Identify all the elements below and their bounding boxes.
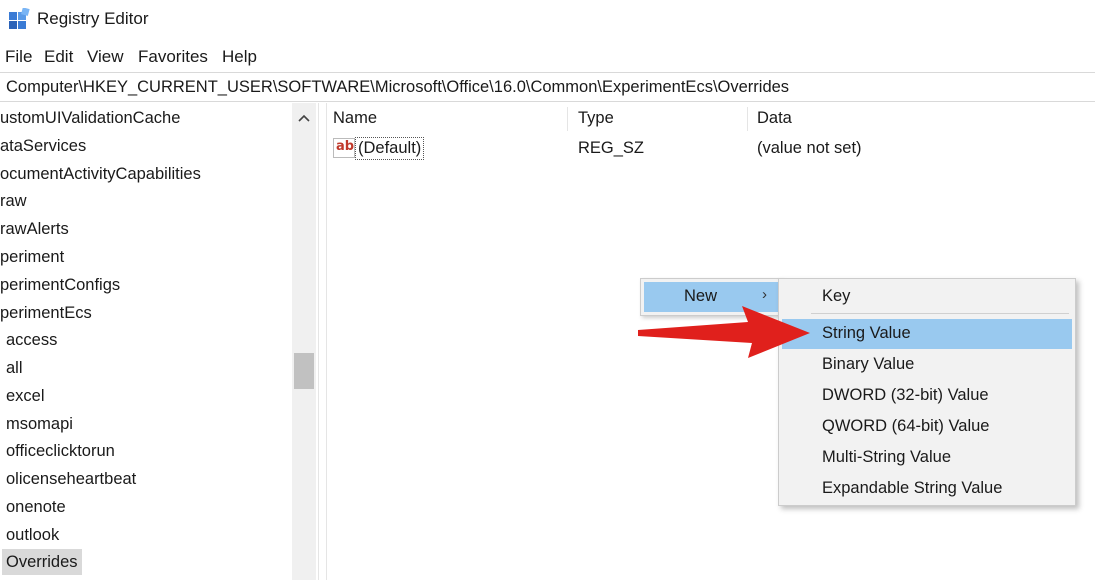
column-divider[interactable] [747,107,748,131]
registry-editor-icon [9,8,30,29]
value-data: (value not set) [757,139,862,157]
tree-item[interactable]: all [6,355,23,381]
submenu-item-label: Key [822,287,851,305]
key-tree: ustomUIValidationCache ataServices ocume… [0,103,318,580]
tree-item-selected[interactable]: Overrides [2,549,82,575]
address-path[interactable]: Computer\HKEY_CURRENT_USER\SOFTWARE\Micr… [6,78,789,97]
column-header-data[interactable]: Data [757,109,792,128]
menu-file[interactable]: File [5,47,32,67]
value-type: REG_SZ [578,139,645,157]
tree-item[interactable]: officeclicktorun [6,438,115,464]
pane-splitter[interactable] [318,103,327,580]
tree-item[interactable]: raw [0,188,27,214]
tree-item[interactable]: rawAlerts [0,216,69,242]
submenu-item-dword-value[interactable]: DWORD (32-bit) Value [782,381,1072,411]
menu-favorites[interactable]: Favorites [138,47,208,67]
tree-item[interactable]: ataServices [0,133,86,159]
menu-bar: File Edit View Favorites Help [0,44,1095,70]
value-name[interactable]: (Default) [355,137,425,160]
table-row[interactable]: ab (Default) REG_SZ (value not set) [331,135,1091,163]
window-title: Registry Editor [37,9,149,28]
column-header-name[interactable]: Name [333,109,377,128]
tree-item[interactable]: excel [6,383,45,409]
tree-item[interactable]: ocumentActivityCapabilities [0,161,201,187]
tree-item[interactable]: ustomUIValidationCache [0,105,180,131]
column-header-type[interactable]: Type [578,109,614,128]
tree-scrollbar[interactable] [292,103,316,580]
tree-item[interactable]: msomapi [6,411,73,437]
menu-view[interactable]: View [87,47,124,67]
address-bar[interactable]: Computer\HKEY_CURRENT_USER\SOFTWARE\Micr… [0,72,1095,102]
tree-item[interactable]: onenote [6,494,66,520]
title-bar: Registry Editor [0,0,1095,40]
tree-item[interactable]: outlook [6,522,59,548]
tree-item[interactable]: olicenseheartbeat [6,466,136,492]
red-arrow-icon [638,306,810,358]
submenu-item-label: Binary Value [822,355,915,373]
submenu-item-label: String Value [822,324,911,342]
tree-item[interactable]: periment [0,244,64,270]
submenu-item-binary-value[interactable]: Binary Value [782,350,1072,380]
submenu-item-label: DWORD (32-bit) Value [822,386,989,404]
column-divider[interactable] [567,107,568,131]
menu-separator [811,313,1069,314]
chevron-up-icon[interactable] [292,105,316,129]
submenu-item-label: QWORD (64-bit) Value [822,417,990,435]
submenu-item-qword-value[interactable]: QWORD (64-bit) Value [782,412,1072,442]
string-value-icon: ab [333,138,355,158]
new-submenu: Key String Value Binary Value DWORD (32-… [778,278,1076,506]
menu-help[interactable]: Help [222,47,257,67]
submenu-item-key[interactable]: Key [782,282,1072,312]
tree-item[interactable]: access [6,327,57,353]
submenu-item-string-value[interactable]: String Value [782,319,1072,349]
tree-item[interactable]: perimentEcs [0,300,92,326]
submenu-item-label: Multi-String Value [822,448,951,466]
menu-edit[interactable]: Edit [44,47,73,67]
scroll-thumb[interactable] [294,353,314,389]
tree-item[interactable]: perimentConfigs [0,272,120,298]
submenu-item-multi-string-value[interactable]: Multi-String Value [782,443,1072,473]
submenu-item-label: Expandable String Value [822,479,1003,497]
submenu-item-expandable-string-value[interactable]: Expandable String Value [782,474,1072,504]
